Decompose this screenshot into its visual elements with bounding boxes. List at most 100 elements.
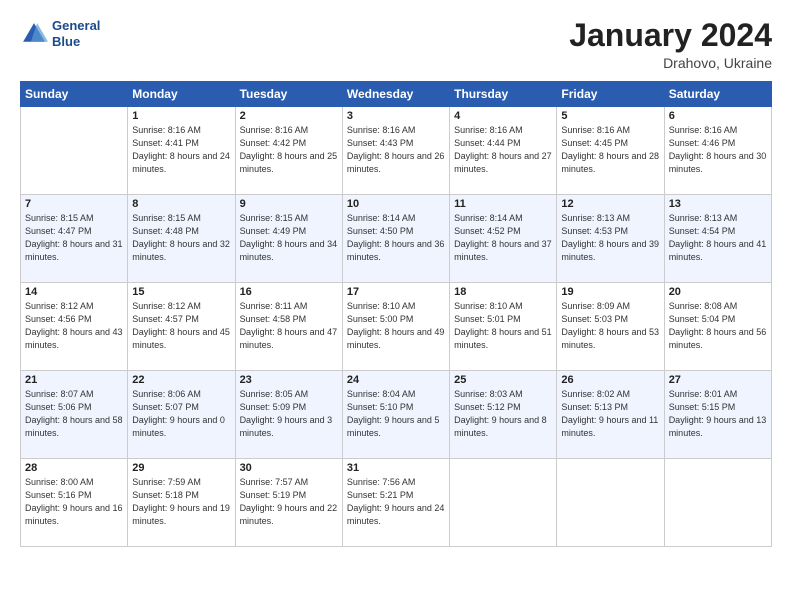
day-info: Sunrise: 8:13 AM Sunset: 4:53 PM Dayligh… [561,212,659,264]
calendar-week-row: 21Sunrise: 8:07 AM Sunset: 5:06 PM Dayli… [21,371,772,459]
header: General Blue January 2024 Drahovo, Ukrai… [20,18,772,71]
col-thursday: Thursday [450,82,557,107]
col-saturday: Saturday [664,82,771,107]
col-friday: Friday [557,82,664,107]
day-number: 20 [669,286,767,298]
day-info: Sunrise: 8:15 AM Sunset: 4:49 PM Dayligh… [240,212,338,264]
table-row: 18 Sunrise: 8:10 AM Sunset: 5:01 PM Dayli… [450,283,557,371]
day-info: Sunrise: 8:10 AM Sunset: 5:01 PM Dayligh… [454,300,552,352]
day-number: 6 [669,110,767,122]
col-wednesday: Wednesday [342,82,449,107]
table-row: 21Sunrise: 8:07 AM Sunset: 5:06 PM Dayli… [21,371,128,459]
day-info: Sunrise: 7:59 AM Sunset: 5:18 PM Dayligh… [132,476,230,528]
table-row: 31Sunrise: 7:56 AM Sunset: 5:21 PM Dayli… [342,459,449,547]
day-info: Sunrise: 8:10 AM Sunset: 5:00 PM Dayligh… [347,300,445,352]
table-row [664,459,771,547]
day-number: 22 [132,374,230,386]
table-row: 29 Sunrise: 7:59 AM Sunset: 5:18 PM Dayli… [128,459,235,547]
day-info: Sunrise: 8:12 AM Sunset: 4:57 PM Dayligh… [132,300,230,352]
location: Drahovo, Ukraine [569,55,772,71]
table-row: 22 Sunrise: 8:06 AM Sunset: 5:07 PM Dayli… [128,371,235,459]
calendar-week-row: 1 Sunrise: 8:16 AM Sunset: 4:41 PM Daylig… [21,107,772,195]
calendar-header-row: Sunday Monday Tuesday Wednesday Thursday… [21,82,772,107]
day-number: 14 [25,286,123,298]
day-info: Sunrise: 7:57 AM Sunset: 5:19 PM Dayligh… [240,476,338,528]
table-row: 24Sunrise: 8:04 AM Sunset: 5:10 PM Dayli… [342,371,449,459]
day-number: 1 [132,110,230,122]
day-info: Sunrise: 8:16 AM Sunset: 4:45 PM Dayligh… [561,124,659,176]
day-number: 11 [454,198,552,210]
page: General Blue January 2024 Drahovo, Ukrai… [0,0,792,612]
logo-text: General Blue [52,18,100,49]
title-block: January 2024 Drahovo, Ukraine [569,18,772,71]
table-row: 23 Sunrise: 8:05 AM Sunset: 5:09 PM Dayli… [235,371,342,459]
day-number: 29 [132,462,230,474]
table-row: 27 Sunrise: 8:01 AM Sunset: 5:15 PM Dayli… [664,371,771,459]
table-row: 14 Sunrise: 8:12 AM Sunset: 4:56 PM Dayli… [21,283,128,371]
day-number: 27 [669,374,767,386]
col-monday: Monday [128,82,235,107]
table-row: 25 Sunrise: 8:03 AM Sunset: 5:12 PM Dayli… [450,371,557,459]
day-info: Sunrise: 8:06 AM Sunset: 5:07 PM Dayligh… [132,388,230,440]
table-row: 6 Sunrise: 8:16 AM Sunset: 4:46 PM Daylig… [664,107,771,195]
col-sunday: Sunday [21,82,128,107]
day-info: Sunrise: 8:01 AM Sunset: 5:15 PM Dayligh… [669,388,767,440]
table-row [450,459,557,547]
day-number: 9 [240,198,338,210]
day-number: 8 [132,198,230,210]
day-number: 2 [240,110,338,122]
day-number: 25 [454,374,552,386]
day-info: Sunrise: 8:03 AM Sunset: 5:12 PM Dayligh… [454,388,552,440]
day-number: 7 [25,198,123,210]
table-row: 28 Sunrise: 8:00 AM Sunset: 5:16 PM Dayli… [21,459,128,547]
day-number: 18 [454,286,552,298]
day-info: Sunrise: 8:16 AM Sunset: 4:42 PM Dayligh… [240,124,338,176]
table-row: 12 Sunrise: 8:13 AM Sunset: 4:53 PM Dayli… [557,195,664,283]
table-row: 11 Sunrise: 8:14 AM Sunset: 4:52 PM Dayli… [450,195,557,283]
day-info: Sunrise: 8:02 AM Sunset: 5:13 PM Dayligh… [561,388,659,440]
day-info: Sunrise: 8:11 AM Sunset: 4:58 PM Dayligh… [240,300,338,352]
day-info: Sunrise: 8:14 AM Sunset: 4:52 PM Dayligh… [454,212,552,264]
day-number: 10 [347,198,445,210]
day-info: Sunrise: 8:04 AM Sunset: 5:10 PM Dayligh… [347,388,445,440]
table-row: 7 Sunrise: 8:15 AM Sunset: 4:47 PM Daylig… [21,195,128,283]
calendar-table: Sunday Monday Tuesday Wednesday Thursday… [20,81,772,547]
table-row: 2 Sunrise: 8:16 AM Sunset: 4:42 PM Daylig… [235,107,342,195]
day-number: 13 [669,198,767,210]
table-row [557,459,664,547]
day-info: Sunrise: 8:00 AM Sunset: 5:16 PM Dayligh… [25,476,123,528]
day-number: 30 [240,462,338,474]
day-info: Sunrise: 8:05 AM Sunset: 5:09 PM Dayligh… [240,388,338,440]
day-info: Sunrise: 8:09 AM Sunset: 5:03 PM Dayligh… [561,300,659,352]
day-info: Sunrise: 8:14 AM Sunset: 4:50 PM Dayligh… [347,212,445,264]
calendar-week-row: 14 Sunrise: 8:12 AM Sunset: 4:56 PM Dayli… [21,283,772,371]
day-info: Sunrise: 7:56 AM Sunset: 5:21 PM Dayligh… [347,476,445,528]
day-number: 15 [132,286,230,298]
logo-icon [20,20,48,48]
table-row: 10 Sunrise: 8:14 AM Sunset: 4:50 PM Dayli… [342,195,449,283]
calendar-week-row: 7 Sunrise: 8:15 AM Sunset: 4:47 PM Daylig… [21,195,772,283]
day-info: Sunrise: 8:16 AM Sunset: 4:41 PM Dayligh… [132,124,230,176]
day-info: Sunrise: 8:15 AM Sunset: 4:48 PM Dayligh… [132,212,230,264]
table-row: 19Sunrise: 8:09 AM Sunset: 5:03 PM Dayli… [557,283,664,371]
day-info: Sunrise: 8:08 AM Sunset: 5:04 PM Dayligh… [669,300,767,352]
table-row: 3Sunrise: 8:16 AM Sunset: 4:43 PM Daylig… [342,107,449,195]
day-number: 26 [561,374,659,386]
day-info: Sunrise: 8:16 AM Sunset: 4:46 PM Dayligh… [669,124,767,176]
day-info: Sunrise: 8:16 AM Sunset: 4:44 PM Dayligh… [454,124,552,176]
day-info: Sunrise: 8:16 AM Sunset: 4:43 PM Dayligh… [347,124,445,176]
day-number: 28 [25,462,123,474]
table-row: 1 Sunrise: 8:16 AM Sunset: 4:41 PM Daylig… [128,107,235,195]
table-row: 26 Sunrise: 8:02 AM Sunset: 5:13 PM Dayli… [557,371,664,459]
table-row: 13Sunrise: 8:13 AM Sunset: 4:54 PM Dayli… [664,195,771,283]
day-number: 4 [454,110,552,122]
table-row [21,107,128,195]
day-number: 12 [561,198,659,210]
day-info: Sunrise: 8:12 AM Sunset: 4:56 PM Dayligh… [25,300,123,352]
day-info: Sunrise: 8:07 AM Sunset: 5:06 PM Dayligh… [25,388,123,440]
table-row: 5Sunrise: 8:16 AM Sunset: 4:45 PM Daylig… [557,107,664,195]
day-number: 17 [347,286,445,298]
day-number: 23 [240,374,338,386]
day-info: Sunrise: 8:15 AM Sunset: 4:47 PM Dayligh… [25,212,123,264]
table-row: 30 Sunrise: 7:57 AM Sunset: 5:19 PM Dayli… [235,459,342,547]
